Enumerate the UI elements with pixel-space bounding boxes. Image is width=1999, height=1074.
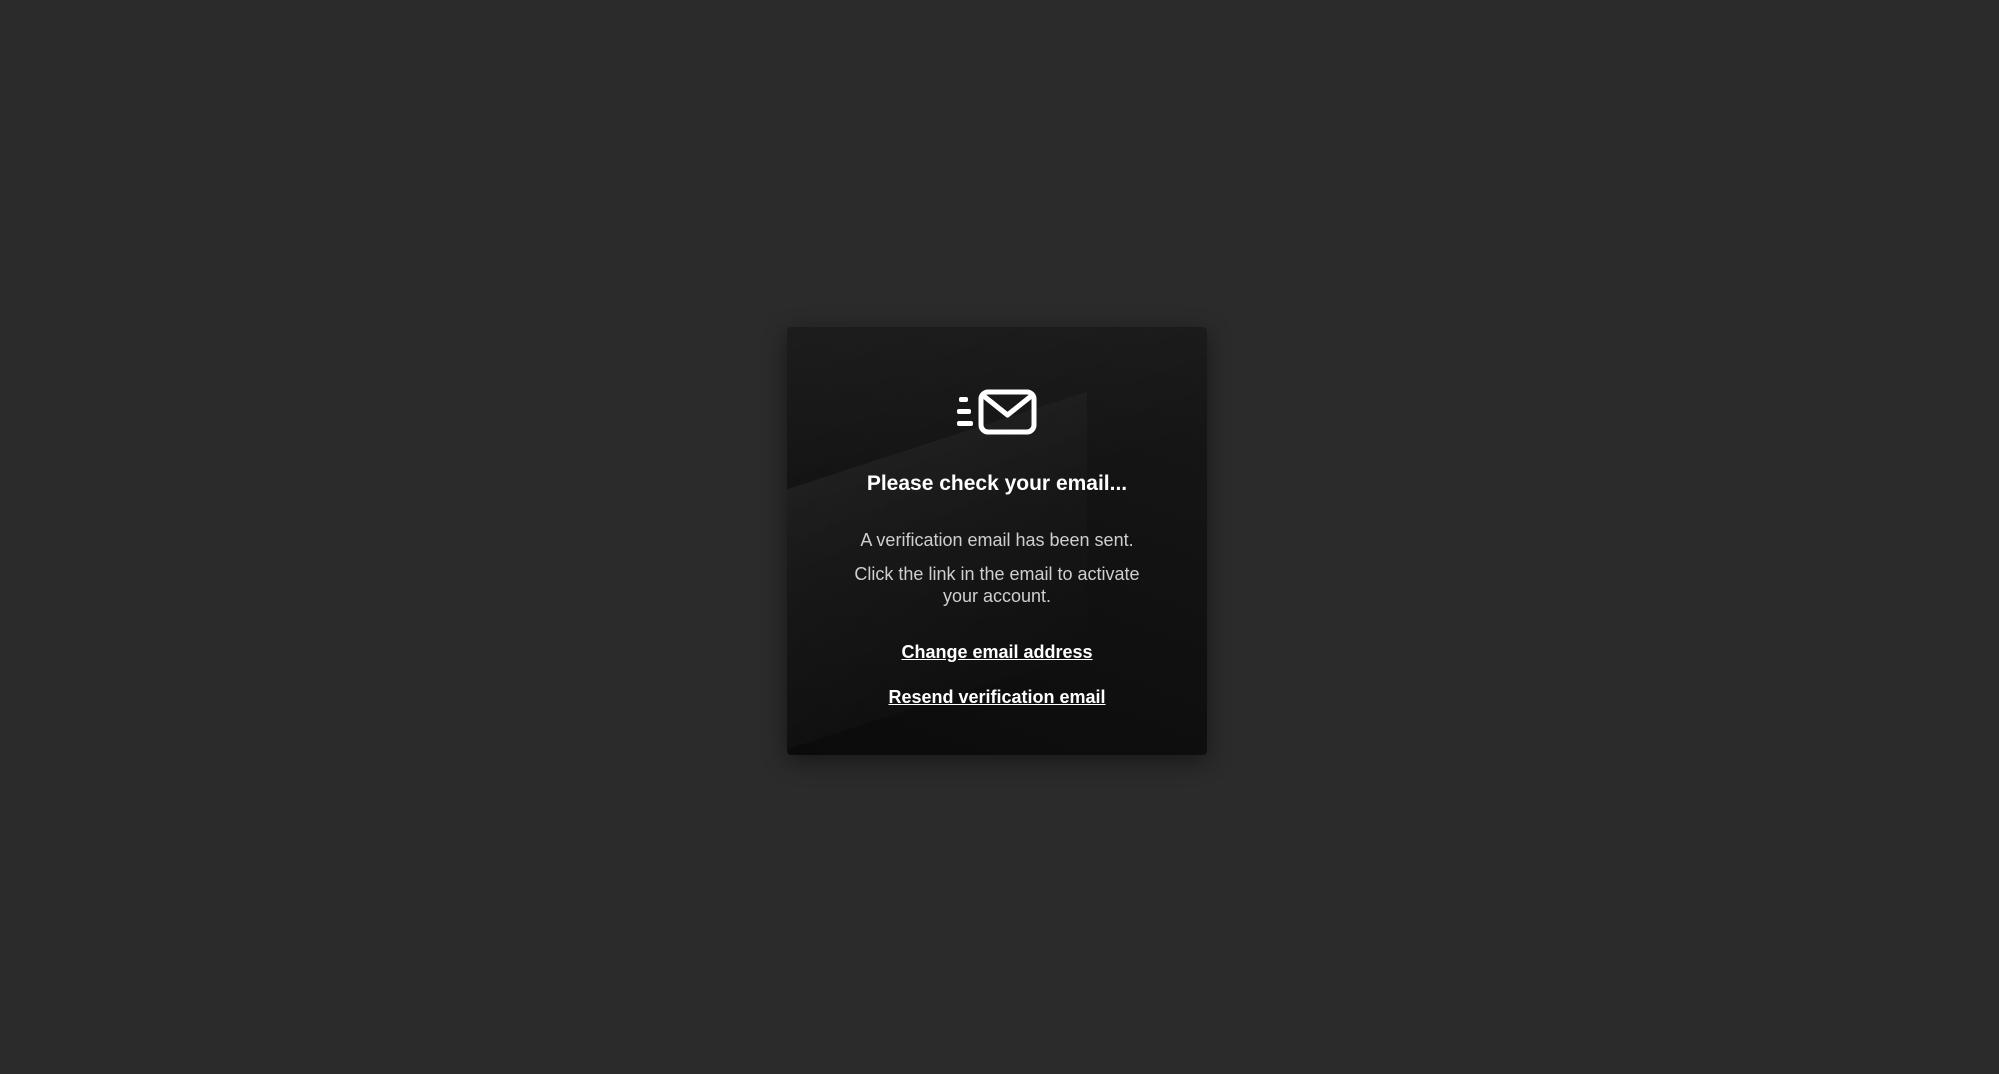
email-sent-icon-wrapper [787,389,1207,437]
change-email-link[interactable]: Change email address [787,642,1207,663]
page-background: Please check your email... A verificatio… [0,0,1999,1074]
verification-card: Please check your email... A verificatio… [787,327,1207,755]
activation-instructions: Click the link in the email to activate … [854,564,1140,606]
verification-sent-message: A verification email has been sent. [860,530,1134,550]
dialog-title: Please check your email... [866,472,1128,495]
email-sent-icon [957,389,1037,435]
resend-verification-link[interactable]: Resend verification email [787,687,1207,708]
